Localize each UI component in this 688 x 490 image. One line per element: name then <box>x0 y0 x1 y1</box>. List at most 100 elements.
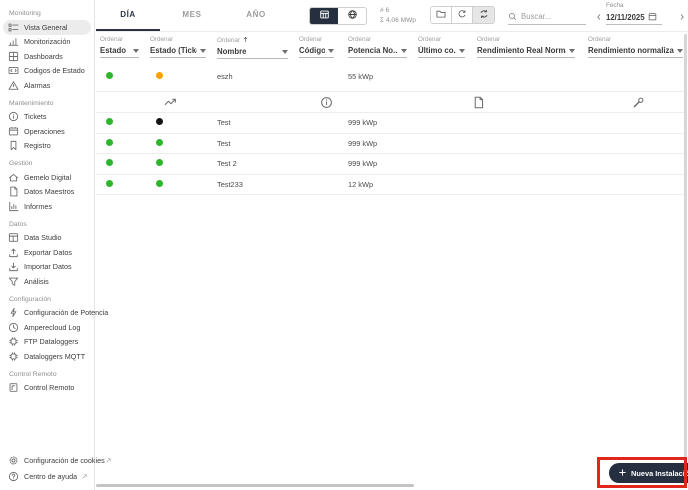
sidebar-item-label: Control Remoto <box>24 383 75 393</box>
sidebar-footer-centro-de-ayuda[interactable]: Centro de ayuda <box>3 468 92 484</box>
sidebar-item-label: Gemelo Digital <box>24 172 72 182</box>
sidebar-item-alarmas[interactable]: Alarmas <box>3 78 91 93</box>
vertical-scrollbar[interactable] <box>684 34 687 484</box>
sort-caption: Ordenar <box>150 36 174 43</box>
refresh-button[interactable] <box>452 7 473 23</box>
funnel-icon <box>8 276 19 287</box>
sidebar-item-amperecloud-log[interactable]: Amperecloud Log <box>3 320 91 335</box>
tab-año[interactable]: AÑO <box>224 0 288 31</box>
period-tabs: DÍA MES AÑO <box>96 0 288 31</box>
tab-mes[interactable]: MES <box>160 0 224 31</box>
sidebar-item-gemelo-digital[interactable]: Gemelo Digital <box>3 170 91 185</box>
sort-asc-icon <box>242 37 249 44</box>
map-view-toggle[interactable] <box>338 8 366 24</box>
sidebar-item-label: Alarmas <box>24 80 51 90</box>
document-icon[interactable] <box>472 96 485 109</box>
column-header-4: Ordenar Código... <box>295 33 344 62</box>
table-row[interactable]: eszh 55 kWp <box>96 62 684 92</box>
column-sort-control[interactable]: Potencia No... <box>348 44 407 58</box>
wrench-icon[interactable] <box>632 96 645 109</box>
search-field <box>508 9 586 25</box>
column-header-5: Ordenar Potencia No... <box>344 33 414 62</box>
calendar-icon[interactable] <box>648 8 657 26</box>
power-icon <box>8 307 19 318</box>
external-link-icon <box>81 473 88 480</box>
sort-caption: Ordenar <box>588 36 612 43</box>
trend-icon[interactable] <box>164 96 177 109</box>
sidebar-item-informes[interactable]: Informes <box>3 199 91 214</box>
sidebar-item-importar-datos[interactable]: Importar Datos <box>3 260 91 275</box>
column-label: Rendimiento Real Normaliz... <box>477 46 566 55</box>
date-picker: Fecha <box>606 2 662 25</box>
app-root: Monitoring Vista General Monitorización Das… <box>0 0 688 490</box>
table-row[interactable]: Test 2 999 kWp <box>96 154 684 175</box>
sidebar-item-codigos-de-estado[interactable]: Codigos de Estado <box>3 64 91 79</box>
main-area: DÍA MES AÑO # 6 Σ 4,06 MWp Buscar... Fec… <box>96 0 688 490</box>
sidebar-footer-configuraci-n-de-cookies[interactable]: Configuración de cookies <box>3 452 111 468</box>
history-clock-icon <box>8 322 19 333</box>
sidebar-item-vista-general[interactable]: Vista General <box>3 20 91 35</box>
column-sort-control[interactable]: Nombre <box>217 45 288 59</box>
column-sort-control[interactable]: Rendimiento normalizado ... <box>588 44 683 58</box>
estado-cell <box>96 179 146 189</box>
sidebar-item-control-remoto[interactable]: Control Remoto <box>3 381 91 396</box>
table-view-toggle[interactable] <box>310 8 338 24</box>
nombre-cell: Test <box>217 118 231 128</box>
column-header-3: Ordenar Nombre <box>213 33 295 62</box>
next-date-button[interactable] <box>677 11 687 23</box>
sidebar-item-registro[interactable]: Registro <box>3 139 91 154</box>
new-installation-button[interactable]: Nueva Instalación <box>609 463 688 483</box>
sidebar-item-dashboards[interactable]: Dashboards <box>3 49 91 64</box>
sidebar-item-data-studio[interactable]: Data Studio <box>3 231 91 246</box>
column-header-6: Ordenar Último co... <box>414 33 473 62</box>
column-sort-control[interactable]: Rendimiento Real Normaliz... <box>477 44 575 58</box>
sidebar-item-label: Importar Datos <box>24 262 72 272</box>
ticket-status-dot <box>156 138 163 146</box>
estado-cell <box>96 159 146 168</box>
sidebar-item-configuraci-n-de-potencia[interactable]: Configuración de Potencia <box>3 306 108 321</box>
column-sort-control[interactable]: Último co... <box>418 44 465 58</box>
table-body: eszh 55 kWp Test 999 kWp Test 999 kWp Test 2 99… <box>96 62 684 195</box>
column-header-2: Ordenar Estado (Ticke... <box>146 33 213 62</box>
sync-icon <box>479 7 489 23</box>
column-header-7: Ordenar Rendimiento Real Normaliz... <box>473 33 584 62</box>
column-sort-control[interactable]: Estado <box>100 44 139 58</box>
sort-caption: Ordenar <box>348 36 372 43</box>
column-sort-control[interactable]: Estado (Ticke... <box>150 44 206 58</box>
info-circle-icon[interactable] <box>320 96 333 109</box>
column-header-8: Ordenar Rendimiento normalizado ... <box>584 33 684 62</box>
sidebar-item-monitorizaci-n[interactable]: Monitorización <box>3 35 91 50</box>
potencia-cell: 999 kWp <box>348 159 378 169</box>
sidebar-item-an-lisis[interactable]: Análisis <box>3 274 91 289</box>
sidebar-section-title: Gestión <box>9 160 33 167</box>
chip-icon <box>8 351 19 362</box>
ticket-status-dot <box>156 179 163 187</box>
sidebar-item-label: Tickets <box>24 112 47 122</box>
sidebar: Monitoring Vista General Monitorización Das… <box>0 0 111 490</box>
sidebar-item-ftp-dataloggers[interactable]: FTP Dataloggers <box>3 335 91 350</box>
table-row[interactable]: Test 999 kWp <box>96 113 684 134</box>
column-sort-control[interactable]: Código... <box>299 44 334 58</box>
globe-icon <box>347 8 358 24</box>
previous-date-button[interactable] <box>594 11 604 23</box>
sidebar-item-datos-maestros[interactable]: Datos Maestros <box>3 185 91 200</box>
horizontal-scrollbar[interactable] <box>96 484 414 487</box>
ticket-estado-cell <box>146 72 213 81</box>
sidebar-item-exportar-datos[interactable]: Exportar Datos <box>3 245 91 260</box>
auto-refresh-button[interactable] <box>473 7 494 23</box>
sort-caption: Ordenar <box>100 36 124 43</box>
table-row[interactable]: Test233 12 kWp <box>96 174 684 195</box>
table-row[interactable]: Test 999 kWp <box>96 133 684 154</box>
tab-día[interactable]: DÍA <box>96 0 160 31</box>
document-icon <box>8 186 19 197</box>
folder-button[interactable] <box>431 7 452 23</box>
chevron-down-icon <box>133 48 139 53</box>
sidebar-section-title: Datos <box>9 220 27 228</box>
sidebar-item-dataloggers-mqtt[interactable]: Dataloggers MQTT <box>3 349 91 364</box>
date-input[interactable] <box>606 12 648 22</box>
sidebar-item-label: Informes <box>24 201 52 211</box>
sidebar-item-operaciones[interactable]: Operaciones <box>3 124 91 139</box>
refresh-icon <box>457 7 467 23</box>
search-input[interactable] <box>521 12 581 21</box>
sidebar-item-tickets[interactable]: Tickets <box>3 110 91 125</box>
